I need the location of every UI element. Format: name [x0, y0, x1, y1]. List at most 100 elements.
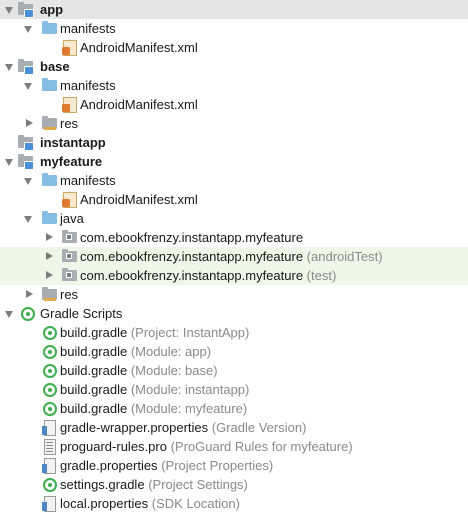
collapse-arrow-icon[interactable] [46, 233, 53, 241]
file-hint: (Module: base) [130, 363, 218, 378]
file-name: gradle.properties [60, 458, 158, 473]
resource-folder-icon [42, 287, 58, 302]
file-hint: (SDK Location) [151, 496, 240, 511]
file-hint: (Module: myfeature) [130, 401, 248, 416]
tree-node-gradle-scripts[interactable]: Gradle Scripts [0, 304, 468, 323]
gradle-icon [42, 401, 58, 416]
tree-node-base-res[interactable]: res [0, 114, 468, 133]
expand-arrow-icon[interactable] [5, 7, 13, 14]
gradle-icon [42, 363, 58, 378]
file-name: settings.gradle [60, 477, 145, 492]
tree-node-package-test[interactable]: com.ebookfrenzy.instantapp.myfeature (te… [0, 266, 468, 285]
module-folder-icon [18, 59, 34, 75]
tree-node-label-group: build.gradle (Module: base) [60, 362, 218, 379]
tree-node-myfeature-manifest-file[interactable]: AndroidManifest.xml [0, 190, 468, 209]
expand-arrow-icon[interactable] [5, 64, 13, 71]
tree-node-label: AndroidManifest.xml [80, 40, 198, 55]
tree-node-gradle-wrapper[interactable]: gradle-wrapper.properties (Gradle Versio… [0, 418, 468, 437]
tree-node-base[interactable]: base [0, 57, 468, 76]
file-hint: (Project: InstantApp) [130, 325, 250, 340]
tree-node-instantapp[interactable]: instantapp [0, 133, 468, 152]
tree-node-label: manifests [60, 78, 116, 93]
expand-arrow-icon[interactable] [24, 83, 32, 90]
folder-icon [42, 173, 58, 188]
tree-node-build-myfeature[interactable]: build.gradle (Module: myfeature) [0, 399, 468, 418]
collapse-arrow-icon[interactable] [46, 252, 53, 260]
file-name: proguard-rules.pro [60, 439, 167, 454]
collapse-arrow-icon[interactable] [46, 271, 53, 279]
tree-node-label-group: gradle-wrapper.properties (Gradle Versio… [60, 419, 306, 436]
tree-node-build-instantapp[interactable]: build.gradle (Module: instantapp) [0, 380, 468, 399]
tree-node-gradle-properties[interactable]: gradle.properties (Project Properties) [0, 456, 468, 475]
gradle-icon [42, 325, 58, 340]
gradle-icon [42, 382, 58, 397]
tree-node-myfeature-manifests[interactable]: manifests [0, 171, 468, 190]
tree-node-app[interactable]: app [0, 0, 468, 19]
tree-node-app-manifests[interactable]: manifests [0, 19, 468, 38]
file-name: build.gradle [60, 382, 128, 397]
tree-node-label-group: build.gradle (Module: app) [60, 343, 211, 360]
expand-arrow-icon[interactable] [5, 311, 13, 318]
resource-folder-icon [42, 116, 58, 131]
file-hint: (Module: app) [130, 344, 212, 359]
tree-node-build-app[interactable]: build.gradle (Module: app) [0, 342, 468, 361]
tree-node-label: app [40, 2, 64, 17]
tree-node-settings-gradle[interactable]: settings.gradle (Project Settings) [0, 475, 468, 494]
package-folder-icon [62, 249, 78, 264]
collapse-arrow-icon[interactable] [26, 290, 33, 298]
manifest-file-icon [62, 40, 78, 56]
tree-node-label: myfeature [40, 154, 103, 169]
module-folder-icon [18, 135, 34, 151]
folder-icon [42, 211, 58, 226]
tree-node-label-group: build.gradle (Module: instantapp) [60, 381, 249, 398]
tree-node-label-group: settings.gradle (Project Settings) [60, 476, 248, 493]
gradle-icon [42, 344, 58, 359]
properties-file-icon [42, 496, 58, 512]
tree-node-label: base [40, 59, 70, 74]
tree-node-label: AndroidManifest.xml [80, 97, 198, 112]
file-hint: (Gradle Version) [211, 420, 307, 435]
expand-arrow-icon[interactable] [24, 178, 32, 185]
tree-node-label: res [60, 116, 79, 131]
text-file-icon [42, 439, 58, 455]
folder-icon [42, 78, 58, 93]
tree-node-base-manifests[interactable]: manifests [0, 76, 468, 95]
file-name: build.gradle [60, 363, 128, 378]
tree-node-label-group: proguard-rules.pro (ProGuard Rules for m… [60, 438, 353, 455]
module-folder-icon [18, 154, 34, 170]
tree-node-proguard[interactable]: proguard-rules.pro (ProGuard Rules for m… [0, 437, 468, 456]
tree-node-build-project[interactable]: build.gradle (Project: InstantApp) [0, 323, 468, 342]
tree-node-build-base[interactable]: build.gradle (Module: base) [0, 361, 468, 380]
package-name: com.ebookfrenzy.instantapp.myfeature [80, 230, 304, 245]
properties-file-icon [42, 420, 58, 436]
tree-node-local-properties[interactable]: local.properties (SDK Location) [0, 494, 468, 513]
tree-node-base-manifest-file[interactable]: AndroidManifest.xml [0, 95, 468, 114]
tree-node-package-android-test[interactable]: com.ebookfrenzy.instantapp.myfeature (an… [0, 247, 468, 266]
folder-icon [42, 21, 58, 36]
file-hint: (ProGuard Rules for myfeature) [170, 439, 353, 454]
tree-node-myfeature-java[interactable]: java [0, 209, 468, 228]
expand-arrow-icon[interactable] [24, 216, 32, 223]
package-hint: (test) [306, 268, 337, 283]
tree-node-label: instantapp [40, 135, 106, 150]
gradle-icon [42, 477, 58, 492]
tree-node-label-group: com.ebookfrenzy.instantapp.myfeature [80, 229, 303, 246]
package-name: com.ebookfrenzy.instantapp.myfeature [80, 249, 304, 264]
tree-node-myfeature[interactable]: myfeature [0, 152, 468, 171]
module-folder-icon [18, 2, 34, 18]
package-folder-icon [62, 268, 78, 283]
tree-node-app-manifest-file[interactable]: AndroidManifest.xml [0, 38, 468, 57]
collapse-arrow-icon[interactable] [26, 119, 33, 127]
tree-node-label: res [60, 287, 79, 302]
tree-node-myfeature-res[interactable]: res [0, 285, 468, 304]
package-name: com.ebookfrenzy.instantapp.myfeature [80, 268, 304, 283]
tree-node-package-main[interactable]: com.ebookfrenzy.instantapp.myfeature [0, 228, 468, 247]
expand-arrow-icon[interactable] [24, 26, 32, 33]
tree-node-label-group: local.properties (SDK Location) [60, 495, 240, 512]
expand-arrow-icon[interactable] [5, 159, 13, 166]
package-folder-icon [62, 230, 78, 245]
file-name: local.properties [60, 496, 149, 511]
file-hint: (Project Properties) [161, 458, 274, 473]
tree-node-label: java [60, 211, 84, 226]
gradle-icon [20, 306, 36, 321]
